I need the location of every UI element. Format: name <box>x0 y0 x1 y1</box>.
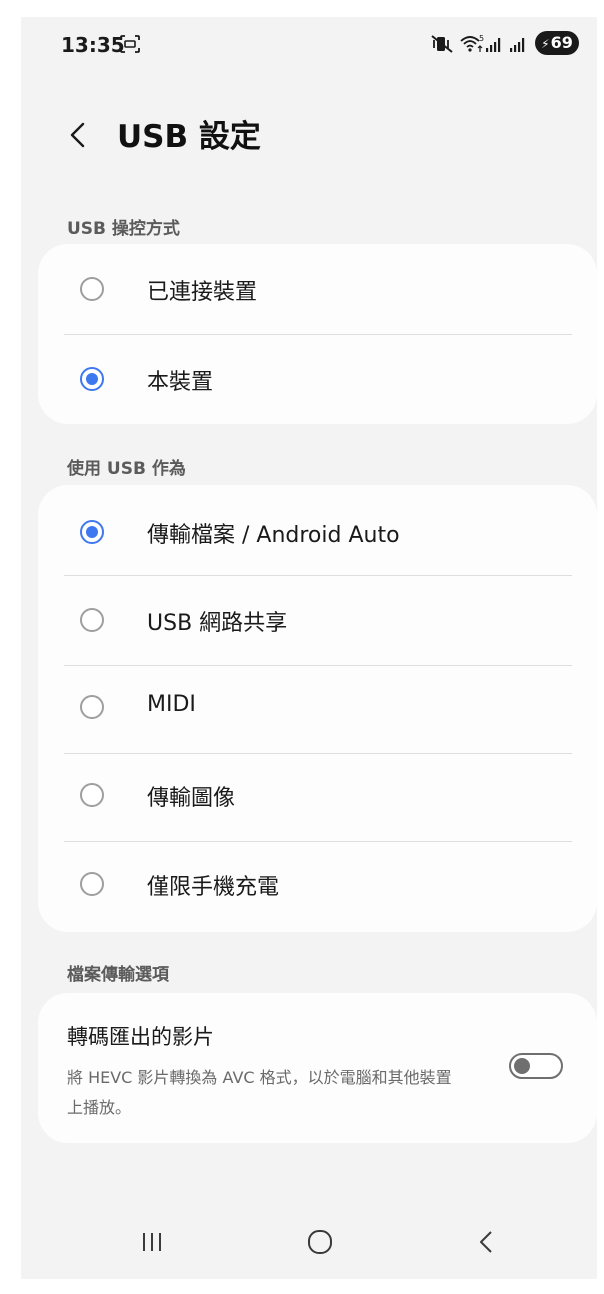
page-title: USB 設定 <box>117 119 261 155</box>
home-icon <box>308 1230 332 1254</box>
signal-icon <box>485 35 505 57</box>
option-label: 僅限手機充電 <box>147 875 280 900</box>
recents-button[interactable] <box>139 1229 165 1259</box>
status-time: 13:35 <box>61 33 125 57</box>
phone-screen: 13:35 5 ⚡69 USB 設定 USB 操控方式 已連接裝置 本裝置 使用… <box>21 17 597 1279</box>
chevron-left-icon <box>70 122 85 148</box>
back-icon <box>480 1231 492 1253</box>
status-bar: 13:35 5 ⚡69 <box>21 17 597 73</box>
option-charging-only[interactable]: 僅限手機充電 <box>38 841 597 932</box>
battery-level: 69 <box>550 33 573 52</box>
bolt-icon: ⚡ <box>541 37 550 51</box>
transcode-setting-row[interactable]: 轉碼匯出的影片 將 HEVC 影片轉換為 AVC 格式，以於電腦和其他裝置上播放… <box>38 993 597 1143</box>
section-header-file-transfer-options: 檔案傳輸選項 <box>67 965 169 985</box>
back-nav-button[interactable] <box>474 1229 500 1259</box>
section-header-use-usb-for: 使用 USB 作為 <box>67 459 186 479</box>
radio-button[interactable] <box>80 783 104 807</box>
option-label: 已連接裝置 <box>147 280 258 305</box>
option-this-device[interactable]: 本裝置 <box>38 334 597 424</box>
option-connected-device[interactable]: 已連接裝置 <box>38 244 597 334</box>
svg-text:5: 5 <box>479 34 484 43</box>
wifi-icon: 5 <box>459 33 485 59</box>
radio-button-selected[interactable] <box>80 520 104 544</box>
transcode-description: 將 HEVC 影片轉換為 AVC 格式，以於電腦和其他裝置上播放。 <box>67 1068 452 1117</box>
back-button[interactable] <box>61 117 97 153</box>
mute-vibrate-icon <box>431 35 453 57</box>
home-button[interactable] <box>306 1229 334 1259</box>
option-label: 傳輸檔案 / Android Auto <box>147 523 400 548</box>
radio-button[interactable] <box>80 277 104 301</box>
file-transfer-options-card: 轉碼匯出的影片 將 HEVC 影片轉換為 AVC 格式，以於電腦和其他裝置上播放… <box>38 993 597 1143</box>
option-midi[interactable]: MIDI <box>38 665 597 753</box>
transcode-toggle[interactable] <box>509 1053 563 1079</box>
radio-button[interactable] <box>80 608 104 632</box>
transcode-title: 轉碼匯出的影片 <box>67 1025 214 1049</box>
battery-charging-icon: ⚡69 <box>535 31 579 55</box>
option-label: 本裝置 <box>147 370 214 395</box>
option-label: MIDI <box>147 692 196 717</box>
recents-icon <box>143 1233 161 1251</box>
screenshot-icon <box>119 34 141 58</box>
radio-button-selected[interactable] <box>80 367 104 391</box>
option-label: 傳輸圖像 <box>147 786 236 811</box>
use-usb-for-card: 傳輸檔案 / Android Auto USB 網路共享 MIDI 傳輸圖像 僅… <box>38 485 597 932</box>
radio-button[interactable] <box>80 695 104 719</box>
section-header-usb-controlled-by: USB 操控方式 <box>67 219 180 239</box>
option-label: USB 網路共享 <box>147 611 288 636</box>
radio-button[interactable] <box>80 872 104 896</box>
option-transfer-images[interactable]: 傳輸圖像 <box>38 753 597 841</box>
usb-controlled-by-card: 已連接裝置 本裝置 <box>38 244 597 424</box>
signal-icon <box>509 35 529 57</box>
toggle-knob <box>514 1058 530 1074</box>
option-file-transfer[interactable]: 傳輸檔案 / Android Auto <box>38 485 597 575</box>
option-usb-tethering[interactable]: USB 網路共享 <box>38 575 597 665</box>
